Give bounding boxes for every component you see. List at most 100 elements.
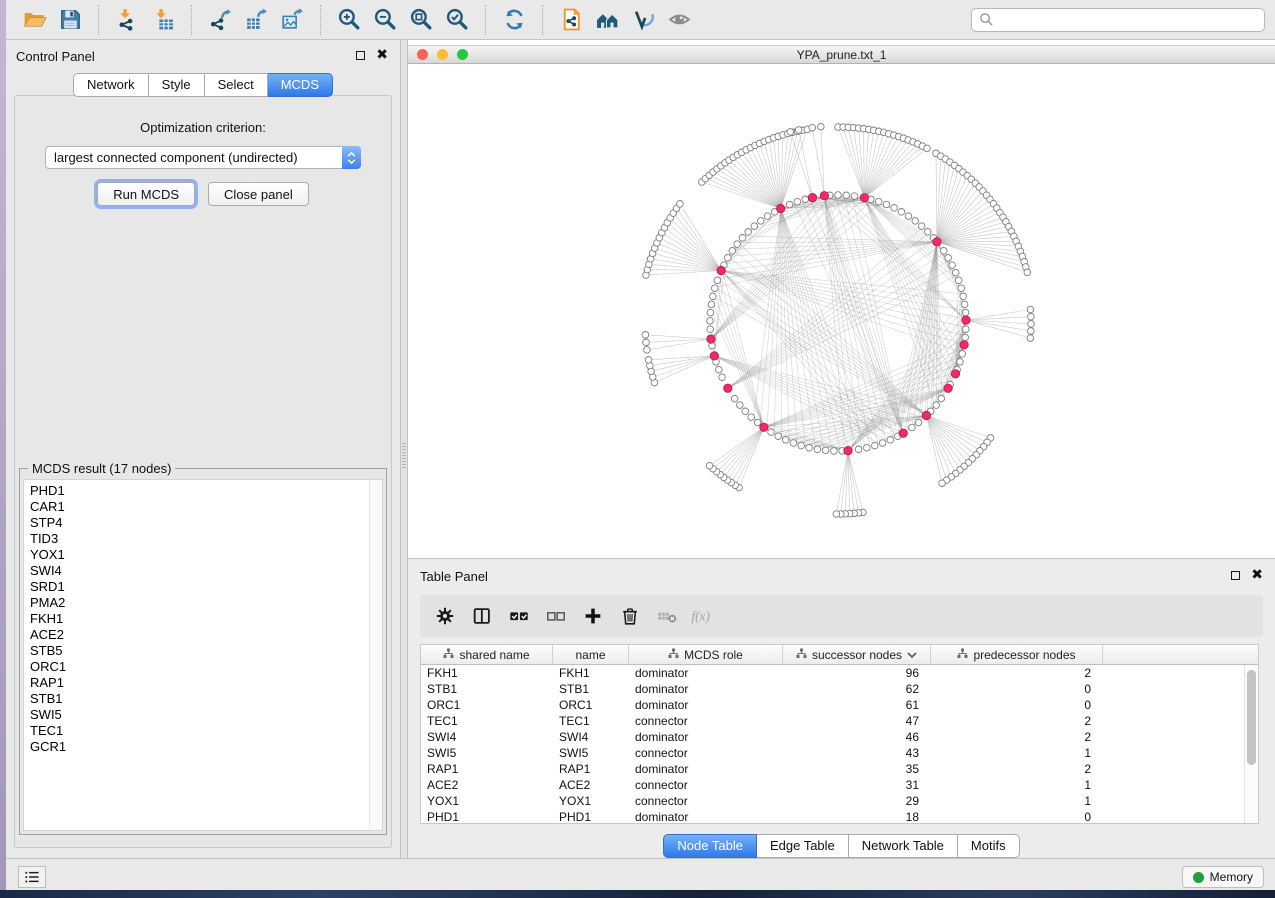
run-mcds-button[interactable]: Run MCDS: [97, 182, 195, 206]
graph-node[interactable]: [851, 193, 858, 200]
tab-mcds[interactable]: MCDS: [268, 73, 333, 97]
home-icon[interactable]: [592, 5, 622, 35]
graph-node[interactable]: [794, 198, 801, 205]
table-row[interactable]: RAP1RAP1dominator352: [421, 761, 1258, 777]
columns-icon[interactable]: [467, 601, 497, 631]
graph-node[interactable]: [933, 402, 940, 409]
graph-leaf-node[interactable]: [645, 357, 652, 364]
graph-dominator-node[interactable]: [899, 429, 907, 437]
graph-node[interactable]: [905, 213, 912, 220]
table-scrollbar-thumb[interactable]: [1247, 670, 1256, 765]
graph-node[interactable]: [764, 213, 771, 220]
graph-node[interactable]: [751, 223, 758, 230]
table-row[interactable]: SWI5SWI5connector431: [421, 745, 1258, 761]
mcds-result-list[interactable]: PHD1CAR1STP4TID3YOX1SWI4SRD1PMA2FKH1ACE2…: [23, 479, 369, 831]
graph-node[interactable]: [754, 419, 761, 426]
zoom-fit-icon[interactable]: [406, 5, 436, 35]
graph-node[interactable]: [955, 277, 962, 284]
graph-node[interactable]: [891, 205, 898, 212]
tab-network-table[interactable]: Network Table: [849, 834, 958, 858]
open-icon[interactable]: [19, 5, 49, 35]
graph-node[interactable]: [831, 448, 838, 455]
tab-select[interactable]: Select: [205, 73, 268, 97]
graph-dominator-node[interactable]: [933, 238, 941, 246]
export-network-icon[interactable]: [205, 5, 235, 35]
graph-leaf-node[interactable]: [1027, 306, 1034, 313]
column-header-predecessor-nodes[interactable]: predecessor nodes: [931, 645, 1103, 664]
tab-style[interactable]: Style: [149, 73, 205, 97]
graph-node[interactable]: [775, 433, 782, 440]
show-panels-button[interactable]: [18, 866, 46, 888]
close-panel-button[interactable]: Close panel: [208, 182, 309, 206]
table-row[interactable]: TEC1TEC1connector472: [421, 713, 1258, 729]
mcds-result-item[interactable]: STB5: [30, 643, 369, 659]
memory-button[interactable]: Memory: [1182, 866, 1264, 888]
graph-node[interactable]: [898, 209, 905, 216]
graph-leaf-node[interactable]: [644, 347, 651, 354]
table-row[interactable]: YOX1YOX1connector291: [421, 793, 1258, 809]
graph-node[interactable]: [729, 248, 736, 255]
graph-node[interactable]: [959, 351, 966, 358]
graph-node[interactable]: [875, 198, 882, 205]
mcds-result-item[interactable]: FKH1: [30, 611, 369, 627]
graph-dominator-node[interactable]: [760, 423, 768, 431]
graph-leaf-node[interactable]: [1028, 321, 1035, 328]
tab-node-table[interactable]: Node Table: [663, 834, 757, 858]
graph-leaf-node[interactable]: [787, 129, 794, 136]
graph-node[interactable]: [745, 229, 752, 236]
graph-node[interactable]: [962, 334, 969, 341]
network-window-titlebar[interactable]: YPA_prune.txt_1: [408, 45, 1275, 64]
graph-dominator-node[interactable]: [710, 352, 718, 360]
table-row[interactable]: SWI4SWI4dominator462: [421, 729, 1258, 745]
graph-dominator-node[interactable]: [777, 204, 785, 212]
select-all-icon[interactable]: [504, 601, 534, 631]
zoom-in-icon[interactable]: [334, 5, 364, 35]
graph-node[interactable]: [957, 359, 964, 366]
graph-node[interactable]: [707, 318, 714, 325]
graph-node[interactable]: [962, 309, 969, 316]
graph-node[interactable]: [714, 277, 721, 284]
graph-node[interactable]: [879, 440, 886, 447]
graph-node[interactable]: [909, 424, 916, 431]
zoom-selected-icon[interactable]: [442, 5, 472, 35]
column-header-successor-nodes[interactable]: successor nodes: [783, 645, 931, 664]
graph-node[interactable]: [864, 444, 871, 451]
settings-icon[interactable]: [430, 601, 460, 631]
graph-node[interactable]: [748, 414, 755, 421]
graph-node[interactable]: [806, 444, 813, 451]
graph-dominator-node[interactable]: [844, 446, 852, 454]
graph-node[interactable]: [725, 255, 732, 262]
graph-node[interactable]: [802, 196, 809, 203]
zoom-out-icon[interactable]: [370, 5, 400, 35]
close-panel-icon[interactable]: ✖: [376, 50, 388, 60]
mcds-result-item[interactable]: SRD1: [30, 579, 369, 595]
graph-node[interactable]: [925, 229, 932, 236]
mcds-result-item[interactable]: PMA2: [30, 595, 369, 611]
graph-node[interactable]: [814, 446, 821, 453]
export-table-icon[interactable]: [241, 5, 271, 35]
graph-node[interactable]: [887, 437, 894, 444]
graph-node[interactable]: [739, 235, 746, 242]
graph-leaf-node[interactable]: [1024, 269, 1031, 276]
mcds-result-item[interactable]: CAR1: [30, 499, 369, 515]
graph-node[interactable]: [912, 218, 919, 225]
mcds-result-item[interactable]: PHD1: [30, 483, 369, 499]
graph-leaf-node[interactable]: [924, 145, 931, 152]
import-table-icon[interactable]: [148, 5, 178, 35]
graph-dominator-node[interactable]: [944, 384, 952, 392]
graph-node[interactable]: [742, 408, 749, 415]
graph-node[interactable]: [918, 223, 925, 230]
table-row[interactable]: PHD1PHD1dominator180: [421, 809, 1258, 825]
graph-node[interactable]: [768, 429, 775, 436]
style-icon[interactable]: [628, 5, 658, 35]
graph-dominator-node[interactable]: [717, 266, 725, 274]
eye-icon[interactable]: [664, 5, 694, 35]
mcds-result-item[interactable]: RAP1: [30, 675, 369, 691]
table-row[interactable]: FKH1FKH1dominator962: [421, 665, 1258, 681]
tab-edge-table[interactable]: Edge Table: [757, 834, 849, 858]
graph-dominator-node[interactable]: [820, 192, 828, 200]
mcds-result-item[interactable]: SWI5: [30, 707, 369, 723]
table-scrollbar[interactable]: [1244, 665, 1258, 823]
graph-node[interactable]: [716, 366, 723, 373]
mcds-result-item[interactable]: STP4: [30, 515, 369, 531]
